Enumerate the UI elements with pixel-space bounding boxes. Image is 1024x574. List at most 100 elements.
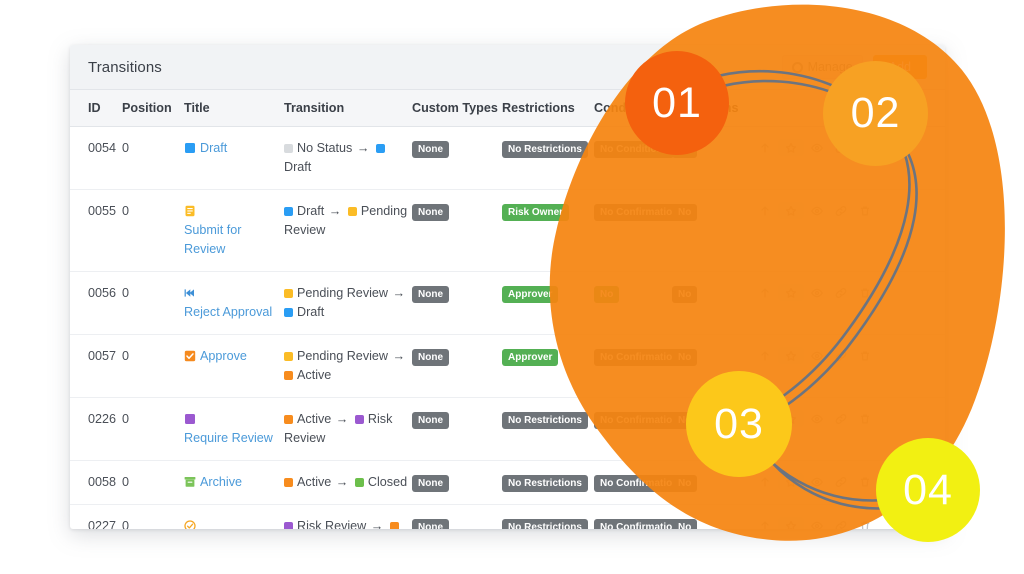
move-up-icon[interactable] [754, 517, 776, 529]
status-color-swatch [284, 415, 293, 424]
callout-badge-03[interactable]: 03 [686, 371, 792, 477]
status-color-swatch [375, 144, 385, 153]
cell-position: 0 [122, 334, 184, 398]
link-icon[interactable] [830, 517, 852, 529]
blue-square-icon [185, 143, 195, 153]
transition-title-link[interactable]: Approve [200, 347, 247, 366]
star-icon[interactable] [778, 139, 804, 156]
table-row[interactable]: 0057 0 Approve Pending Review → Active None A… [70, 334, 945, 398]
preview-icon[interactable] [806, 517, 828, 529]
restrictions-badge: Approver [502, 349, 559, 366]
column-header-title[interactable]: Title [184, 90, 284, 127]
preview-icon[interactable] [806, 473, 828, 490]
cell-custom-types: None [412, 334, 502, 398]
validations-badge: No [672, 519, 698, 529]
status-color-swatch [354, 415, 364, 424]
preview-icon[interactable] [806, 410, 828, 427]
move-up-icon[interactable] [754, 202, 776, 219]
cell-custom-types: None [412, 271, 502, 335]
card-header: Transitions Manage Add [70, 45, 945, 90]
delete-icon[interactable] [854, 202, 876, 219]
link-icon[interactable] [830, 284, 852, 301]
arrow-right-icon: → [356, 141, 370, 155]
transition-title-link[interactable]: Draft [200, 139, 227, 158]
column-header-id[interactable]: ID [70, 90, 122, 127]
cell-position: 0 [122, 397, 184, 461]
cell-position: 0 [122, 271, 184, 335]
transition-title-link[interactable]: Archive [200, 473, 242, 492]
cell-id: 0057 [70, 334, 122, 398]
gear-icon [791, 61, 803, 73]
cell-actions [754, 189, 945, 272]
delete-icon[interactable] [854, 517, 876, 529]
table-row[interactable]: 0056 0 Reject Approval Pending Review → Dra… [70, 271, 945, 335]
table-row[interactable]: 02270Review CompleteRisk Review → Active… [70, 504, 945, 529]
delete-icon[interactable] [854, 410, 876, 427]
cell-custom-types: None [412, 126, 502, 190]
star-icon[interactable] [778, 473, 804, 490]
preview-icon[interactable] [806, 284, 828, 301]
table-body: 0054 0 Draft No Status → Draft None No Restri… [70, 126, 945, 529]
cell-id: 0227 [70, 504, 122, 529]
link-icon[interactable] [830, 202, 852, 219]
link-icon[interactable] [830, 347, 852, 364]
table-row[interactable]: 0058 0 Archive Active → Closed None No Restri… [70, 460, 945, 505]
star-icon[interactable] [778, 517, 804, 529]
preview-icon[interactable] [806, 139, 828, 156]
column-header-position[interactable]: Position [122, 90, 184, 127]
cell-id: 0055 [70, 189, 122, 272]
preview-icon[interactable] [806, 202, 828, 219]
delete-icon[interactable] [854, 347, 876, 364]
move-up-icon[interactable] [754, 347, 776, 364]
cell-restrictions: No Restrictions [502, 460, 594, 505]
star-icon[interactable] [778, 284, 804, 301]
delete-icon[interactable] [854, 284, 876, 301]
table-header: ID Position Title Transition Custom Type… [70, 90, 945, 127]
checkbox-icon [184, 350, 196, 362]
delete-icon[interactable] [854, 473, 876, 490]
table-header-row: ID Position Title Transition Custom Type… [70, 90, 945, 127]
cell-title: Approve [184, 334, 284, 398]
arrow-right-icon: → [335, 412, 349, 426]
callout-badge-01[interactable]: 01 [625, 51, 729, 155]
star-icon[interactable] [778, 347, 804, 364]
cell-conditions: No Confirmation [594, 334, 685, 398]
purple-square-icon [185, 414, 195, 424]
transition-title-link[interactable]: Submit for Review [184, 221, 284, 259]
conditions-badge: No Confirmation [594, 204, 685, 221]
column-header-custom-types[interactable]: Custom Types [412, 90, 502, 127]
custom-types-badge: None [412, 141, 449, 158]
transitions-card: Transitions Manage Add ID Position Title [70, 45, 945, 529]
link-icon[interactable] [830, 473, 852, 490]
cell-transition: Pending Review → Active [284, 334, 412, 398]
cell-position: 0 [122, 504, 184, 529]
callout-badge-02[interactable]: 02 [823, 61, 928, 166]
star-icon[interactable] [778, 202, 804, 219]
cell-conditions: No Confirmation [594, 397, 685, 461]
validations-badge: No [672, 204, 698, 221]
cell-position: 0 [122, 126, 184, 190]
table-row[interactable]: 0055 0 Submit for Review Draft → Pending Re… [70, 189, 945, 272]
conditions-badge: No Confirmation [594, 349, 685, 366]
arrow-right-icon: → [328, 204, 342, 218]
cell-restrictions: Approver [502, 271, 594, 335]
move-up-icon[interactable] [754, 473, 776, 490]
status-color-swatch [347, 207, 357, 216]
cell-restrictions: No Restrictions [502, 126, 594, 190]
custom-types-badge: None [412, 519, 449, 529]
table-row[interactable]: 0054 0 Draft No Status → Draft None No Restri… [70, 126, 945, 190]
status-color-swatch [284, 352, 293, 361]
move-up-icon[interactable] [754, 284, 776, 301]
table-row[interactable]: 0226 0 Require Review Active → Risk Review N… [70, 397, 945, 461]
custom-types-badge: None [412, 412, 449, 429]
validations-badge: No [672, 475, 698, 492]
column-header-restrictions[interactable]: Restrictions [502, 90, 594, 127]
preview-icon[interactable] [806, 347, 828, 364]
link-icon[interactable] [830, 410, 852, 427]
validations-badge: No [672, 349, 698, 366]
move-up-icon[interactable] [754, 139, 776, 156]
transition-title-link[interactable]: Require Review [184, 429, 273, 448]
transition-title-link[interactable]: Reject Approval [184, 303, 272, 322]
callout-badge-04[interactable]: 04 [876, 438, 980, 542]
column-header-transition[interactable]: Transition [284, 90, 412, 127]
